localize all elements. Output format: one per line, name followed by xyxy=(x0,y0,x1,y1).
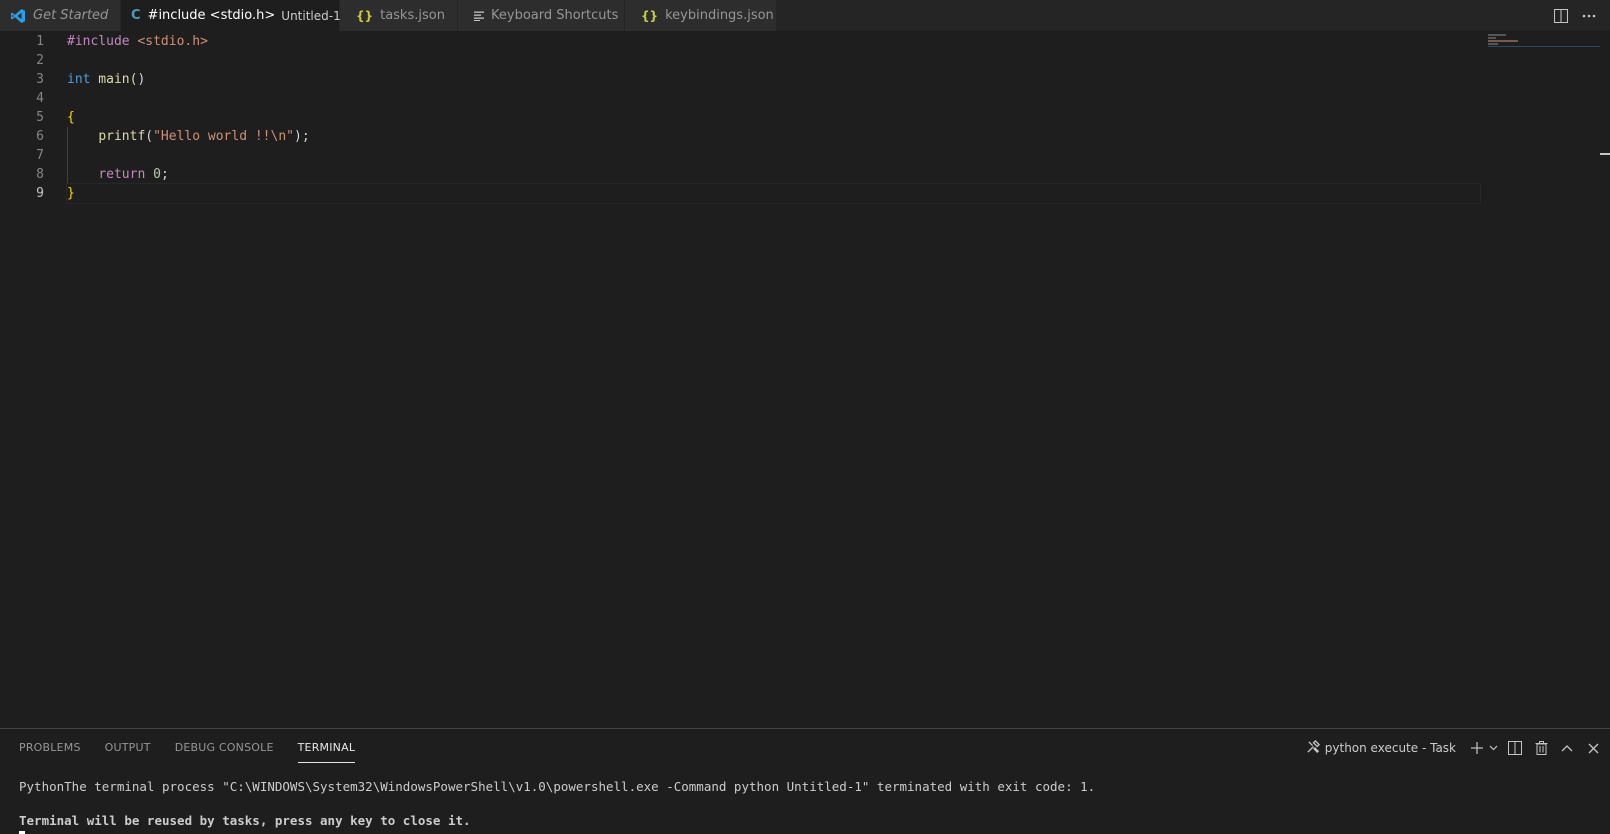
tab-label: keybindings.json xyxy=(665,8,774,23)
number-token: 0 xyxy=(153,167,161,182)
tab-untitled-1[interactable]: C #include <stdio.h> Untitled-1 xyxy=(121,0,341,31)
tab-label: tasks.json xyxy=(380,8,445,23)
string-token: "Hello world !!\n" xyxy=(153,129,294,144)
code-line[interactable]: { xyxy=(67,108,1480,127)
line-number: 5 xyxy=(36,110,44,125)
indent-guide xyxy=(67,127,68,146)
editor-tab-bar: Get Started C #include <stdio.h> Untitle… xyxy=(0,0,1610,31)
code-line[interactable] xyxy=(67,89,1480,108)
c-file-icon: C xyxy=(131,8,141,23)
tab-label: Get Started xyxy=(33,8,109,23)
more-actions-icon[interactable] xyxy=(1580,7,1598,25)
code-editor[interactable]: 1 2 3 4 5 6 7 8 9 #include <stdio.h> int… xyxy=(0,31,1610,728)
json-file-icon: {} xyxy=(356,8,374,23)
punctuation-token: ( xyxy=(145,129,154,144)
line-number: 8 xyxy=(36,167,44,182)
keyword-token: return xyxy=(98,167,146,182)
code-text-area[interactable]: #include <stdio.h> int main() { printf("… xyxy=(66,32,1481,204)
include-path-token: <stdio.h> xyxy=(129,34,208,49)
tab-get-started[interactable]: Get Started xyxy=(0,0,121,31)
keyboard-shortcuts-icon xyxy=(474,11,484,21)
split-editor-icon[interactable] xyxy=(1552,7,1570,25)
terminal-line: Terminal will be reused by tasks, press … xyxy=(19,813,471,828)
tab-label: Keyboard Shortcuts xyxy=(491,8,619,23)
minimap[interactable] xyxy=(1488,33,1600,53)
split-terminal-icon[interactable] xyxy=(1506,739,1524,757)
line-number: 2 xyxy=(36,53,44,68)
new-terminal-icon[interactable] xyxy=(1468,739,1486,757)
maximize-panel-icon[interactable] xyxy=(1558,739,1576,757)
indent-guide xyxy=(67,165,68,184)
tab-output[interactable]: OUTPUT xyxy=(105,741,151,763)
panel-tabs: PROBLEMS OUTPUT DEBUG CONSOLE TERMINAL xyxy=(19,741,356,763)
tab-description: Untitled-1 xyxy=(281,8,341,23)
punctuation-token: ); xyxy=(294,129,310,144)
close-icon[interactable] xyxy=(1584,739,1602,757)
code-line[interactable] xyxy=(67,146,1480,165)
trash-icon[interactable] xyxy=(1532,739,1550,757)
line-number: 9 xyxy=(36,186,44,201)
preprocessor-token: #include xyxy=(67,34,130,49)
tab-terminal[interactable]: TERMINAL xyxy=(297,741,356,763)
indent-guide xyxy=(67,146,68,165)
terminal-task-selector[interactable]: python execute - Task xyxy=(1306,739,1456,757)
type-token: int xyxy=(67,72,91,87)
tab-problems[interactable]: PROBLEMS xyxy=(19,741,81,763)
panel-actions: python execute - Task xyxy=(1306,737,1602,759)
json-file-icon: {} xyxy=(641,8,659,23)
tab-label: #include <stdio.h> xyxy=(147,8,276,23)
tab-keyboard-shortcuts[interactable]: Keyboard Shortcuts xyxy=(458,0,625,31)
function-token: main xyxy=(90,72,130,87)
bottom-panel: PROBLEMS OUTPUT DEBUG CONSOLE TERMINAL p… xyxy=(0,728,1610,834)
line-number: 7 xyxy=(36,148,44,163)
brace-token: { xyxy=(67,110,75,125)
scrollbar-cursor-marker xyxy=(1600,153,1610,155)
line-number: 1 xyxy=(36,34,44,49)
code-line[interactable]: int main() xyxy=(67,70,1480,89)
code-line[interactable]: #include <stdio.h> xyxy=(67,32,1480,51)
vscode-logo-icon xyxy=(10,8,26,24)
code-line[interactable] xyxy=(67,51,1480,70)
line-number: 6 xyxy=(36,129,44,144)
terminal-output[interactable]: PythonThe terminal process "C:\WINDOWS\S… xyxy=(19,778,1600,834)
tab-keybindings-json[interactable]: {} keybindings.json xyxy=(625,0,777,31)
line-number-gutter: 1 2 3 4 5 6 7 8 9 xyxy=(0,32,44,203)
code-line[interactable]: return 0; xyxy=(67,165,1480,184)
tab-tasks-json[interactable]: {} tasks.json xyxy=(340,0,458,31)
code-line-current[interactable]: } xyxy=(66,183,1481,204)
line-number: 4 xyxy=(36,91,44,106)
punctuation-token: ; xyxy=(160,167,169,182)
tools-icon xyxy=(1306,739,1321,757)
chevron-down-icon[interactable] xyxy=(1488,739,1498,757)
line-number: 3 xyxy=(36,72,44,87)
brace-token: } xyxy=(67,186,75,201)
tab-debug-console[interactable]: DEBUG CONSOLE xyxy=(175,741,274,763)
function-token: printf xyxy=(98,129,146,144)
terminal-line: PythonThe terminal process "C:\WINDOWS\S… xyxy=(19,779,1096,794)
punctuation-token: () xyxy=(129,72,146,87)
task-label: python execute - Task xyxy=(1324,741,1456,755)
code-line[interactable]: printf("Hello world !!\n"); xyxy=(67,127,1480,146)
